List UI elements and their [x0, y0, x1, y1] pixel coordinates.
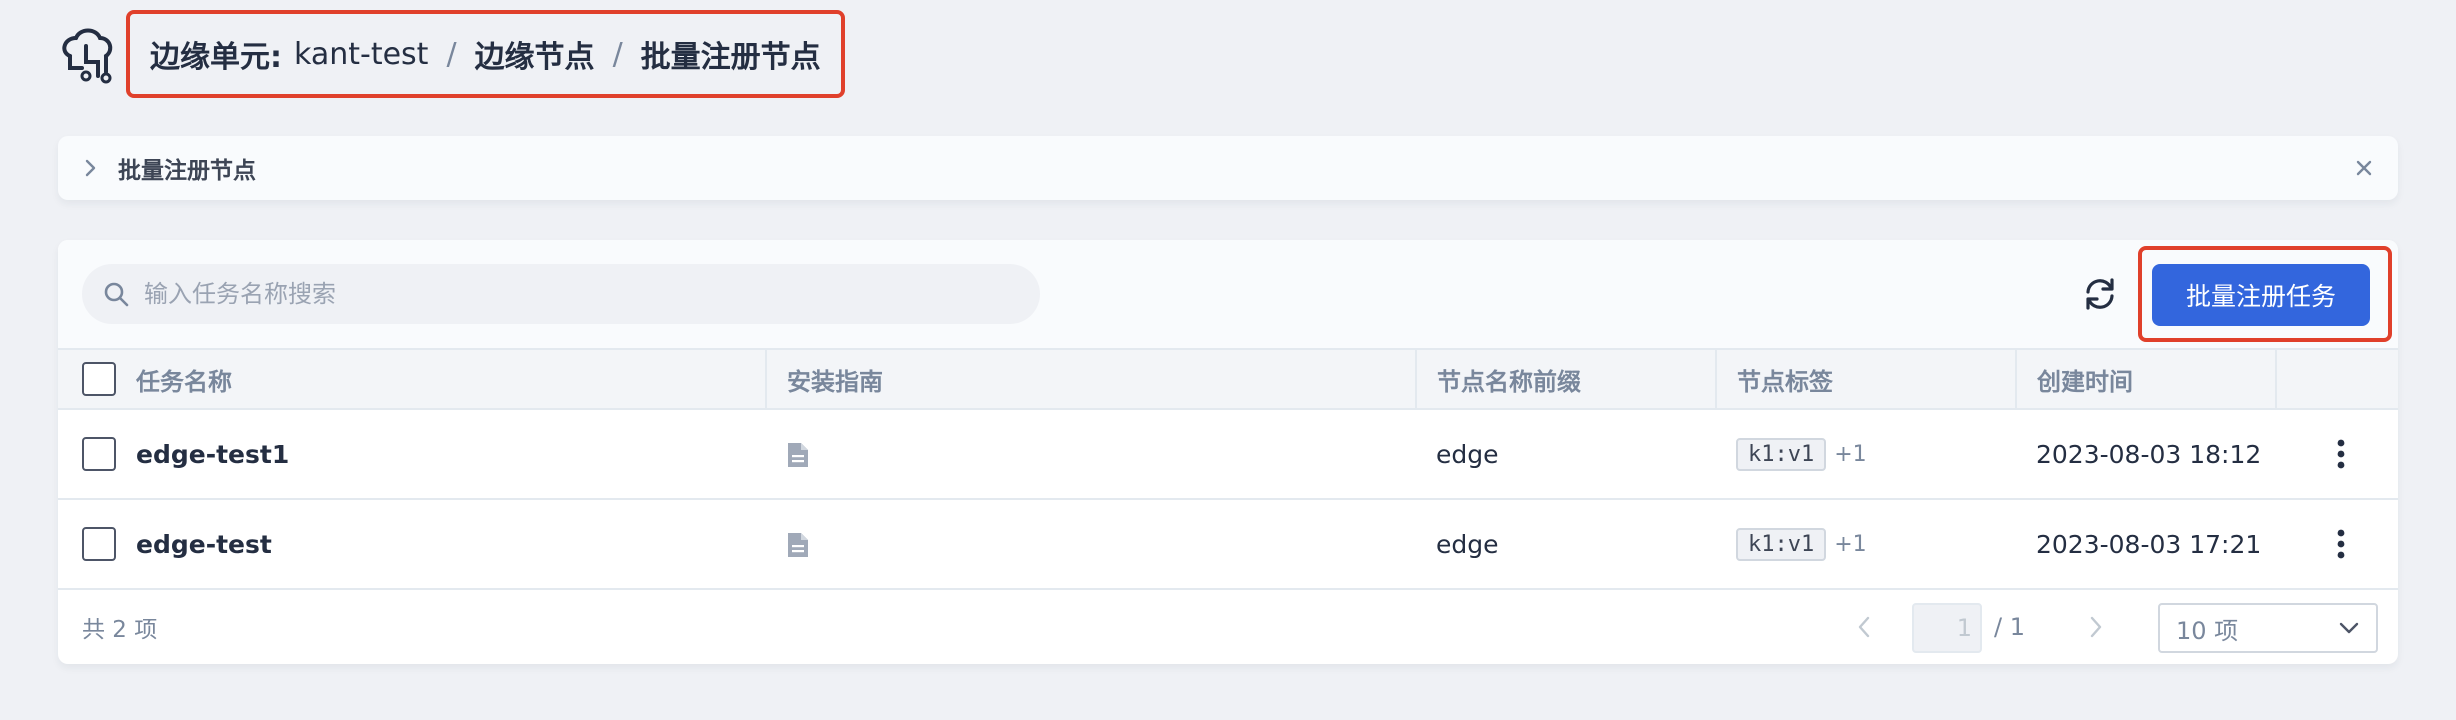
chevron-left-icon[interactable] — [1856, 615, 1872, 639]
page-total: / 1 — [1994, 613, 2025, 641]
table-row[interactable]: edge-test1 edge k1:v1 +1 2023-08-03 18:1… — [58, 409, 2398, 499]
task-list-card: 批量注册任务 任务名称 — [58, 240, 2398, 664]
column-header-node-labels: 节点标签 — [1715, 348, 2016, 410]
banner-title: 批量注册节点 — [118, 158, 256, 184]
breadcrumb: 边缘单元: kant-test / 边缘节点 / 批量注册节点 — [126, 10, 845, 98]
create-button-highlight: 批量注册任务 — [2138, 246, 2392, 342]
created-time: 2023-08-03 17:21 — [2036, 529, 2262, 559]
node-labels-cell: k1:v1 +1 — [1716, 409, 2016, 499]
column-header-label: 任务名称 — [136, 367, 232, 396]
column-header-node-prefix: 节点名称前缀 — [1415, 348, 1716, 410]
table-header-row: 任务名称 安装指南 节点名称前缀 节点标签 创建时间 — [58, 348, 2398, 410]
node-prefix: edge — [1436, 529, 1499, 559]
node-label-tag: k1:v1 — [1736, 437, 1827, 471]
breadcrumb-edge-nodes-link[interactable]: 边缘节点 — [475, 32, 595, 76]
breadcrumb-unit-link[interactable]: kant-test — [294, 37, 428, 72]
chevron-right-icon[interactable] — [78, 156, 102, 180]
page-root: 边缘单元: kant-test / 边缘节点 / 批量注册节点 批量注册节点 输… — [0, 0, 2456, 720]
pagination-footer: 共 2 项 / 1 10 项 — [58, 590, 2398, 664]
page-size-select[interactable]: 10 项 — [2158, 603, 2378, 653]
close-icon[interactable] — [2352, 156, 2376, 180]
document-icon[interactable] — [786, 441, 810, 469]
total-count: 共 2 项 — [82, 617, 158, 643]
node-label-more[interactable]: +1 — [1834, 532, 1866, 557]
task-table: 任务名称 安装指南 节点名称前缀 节点标签 创建时间 edge-test1 ed… — [58, 348, 2398, 590]
column-header-install-guide: 安装指南 — [765, 348, 1416, 410]
breadcrumb-separator: / — [612, 36, 623, 72]
page-banner[interactable]: 批量注册节点 — [58, 136, 2398, 200]
document-icon[interactable] — [786, 531, 810, 559]
row-checkbox[interactable] — [82, 527, 116, 561]
select-all-checkbox[interactable] — [82, 362, 116, 396]
node-label-more[interactable]: +1 — [1834, 442, 1866, 467]
batch-register-task-button[interactable]: 批量注册任务 — [2152, 264, 2370, 326]
table-row[interactable]: edge-test edge k1:v1 +1 2023-08-03 17:21 — [58, 499, 2398, 589]
page-number-input[interactable] — [1912, 603, 1982, 653]
chevron-right-icon[interactable] — [2088, 615, 2104, 639]
node-prefix: edge — [1436, 439, 1499, 469]
chevron-down-icon — [2339, 622, 2359, 634]
search-box[interactable] — [82, 264, 1040, 324]
edge-cloud-logo-icon — [62, 28, 113, 84]
column-header-created-time: 创建时间 — [2015, 348, 2276, 410]
row-checkbox[interactable] — [82, 437, 116, 471]
task-name-link[interactable]: edge-test — [136, 530, 272, 559]
page-size-value: 10 项 — [2176, 616, 2239, 645]
more-vertical-icon[interactable] — [2336, 528, 2346, 560]
toolbar: 批量注册任务 — [58, 240, 2398, 348]
node-labels-cell: k1:v1 +1 — [1716, 499, 2016, 589]
created-time: 2023-08-03 18:12 — [2036, 439, 2262, 469]
search-input[interactable] — [144, 280, 1024, 308]
breadcrumb-unit-label: 边缘单元: — [150, 40, 282, 75]
search-icon — [104, 282, 129, 307]
breadcrumb-current: 批量注册节点 — [640, 40, 821, 75]
breadcrumb-separator: / — [446, 36, 457, 72]
more-vertical-icon[interactable] — [2336, 438, 2346, 470]
node-label-tag: k1:v1 — [1736, 527, 1827, 561]
column-header-task-name: 任务名称 — [58, 348, 766, 410]
column-header-actions — [2275, 348, 2398, 410]
refresh-icon[interactable] — [2080, 274, 2120, 314]
task-name-link[interactable]: edge-test1 — [136, 440, 289, 469]
